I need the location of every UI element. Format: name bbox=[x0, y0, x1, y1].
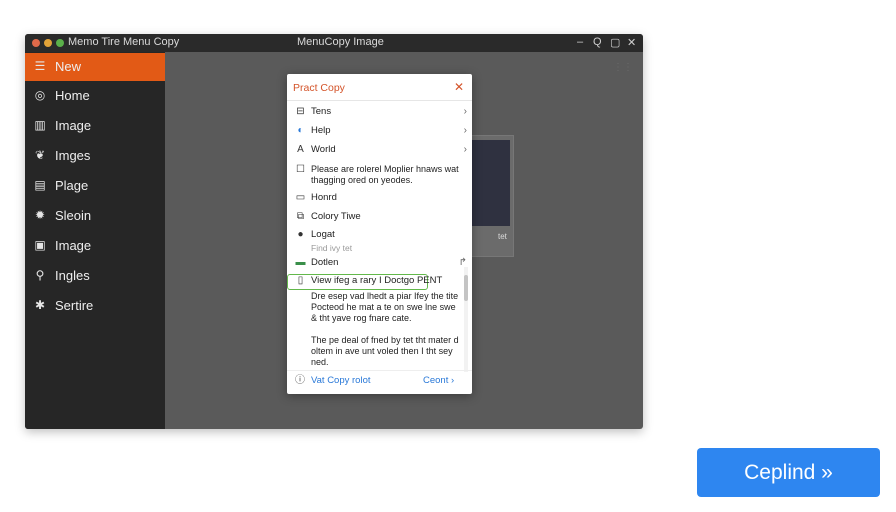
grid-icon[interactable]: ⋮⋮ bbox=[613, 62, 633, 73]
dialog-title: Pract Copy bbox=[293, 82, 345, 94]
sidebar-item-label: Home bbox=[55, 88, 90, 103]
menu-item-label: Colory Tiwe bbox=[311, 211, 361, 222]
sidebar-item-label: Image bbox=[55, 118, 92, 133]
detail-paragraph-2: The pe deal of fned by tet tht mater d o… bbox=[311, 335, 459, 367]
bird-icon: ❦ bbox=[34, 148, 46, 162]
folder-icon: ▬ bbox=[295, 257, 306, 268]
minimize-window-icon[interactable] bbox=[44, 39, 52, 47]
sidebar-item-label: New bbox=[55, 59, 82, 74]
sidebar-item-ingles[interactable]: ⚲ Ingles bbox=[25, 262, 165, 290]
sidebar-item-home[interactable]: ◎ Home bbox=[25, 82, 165, 110]
sidebar-item-label: Sertire bbox=[55, 298, 94, 313]
menu-item-sublabel: Find ivy tet bbox=[311, 243, 353, 253]
maximize-window-icon[interactable] bbox=[56, 39, 64, 47]
sidebar-item-label: Imges bbox=[55, 148, 91, 163]
table-icon: ⊟ bbox=[296, 106, 305, 117]
text-icon: A bbox=[297, 144, 304, 155]
sidebar-item-image-2[interactable]: ▣ Image bbox=[25, 232, 165, 260]
detail-paragraph-1: Dre esep vad lhedt a piar Ifey the tite … bbox=[311, 291, 459, 323]
menu-item-label: View ifeg a rary I Doctgo PENT bbox=[311, 275, 443, 286]
home-icon: ◎ bbox=[34, 88, 46, 102]
star-icon: ✱ bbox=[34, 298, 46, 312]
chevron-right-icon: › bbox=[463, 106, 467, 117]
menu-item-label: Dotlen bbox=[311, 257, 339, 268]
title-bar: Memo Tire Menu Copy MenuCopy Image – Q ▢… bbox=[25, 34, 643, 52]
sidebar-item-sleoin[interactable]: ✹ Sleoin bbox=[25, 202, 165, 230]
chevron-right-icon[interactable]: › bbox=[451, 375, 454, 387]
chevron-right-icon: › bbox=[463, 125, 467, 136]
menu-item-label: Honrd bbox=[311, 192, 337, 203]
sidebar-item-image[interactable]: ▥ Image bbox=[25, 112, 165, 140]
background-image bbox=[470, 140, 510, 226]
close-icon[interactable]: ✕ bbox=[627, 36, 636, 49]
dialog-close-icon[interactable]: ✕ bbox=[454, 80, 464, 94]
background-image-card: tet bbox=[469, 135, 514, 257]
dialog-scrollbar[interactable] bbox=[464, 267, 468, 372]
background-card-caption: tet bbox=[498, 232, 507, 241]
info-icon: ⓘ bbox=[295, 375, 305, 386]
sidebar-item-plage[interactable]: ▤ Plage bbox=[25, 172, 165, 200]
footer-right-link[interactable]: Ceont bbox=[423, 375, 448, 387]
window-document-title: MenuCopy Image bbox=[297, 36, 384, 48]
footer-divider bbox=[287, 370, 472, 371]
footer-left-link[interactable]: Vat Copy rolot bbox=[311, 375, 371, 387]
sidebar-item-sertire[interactable]: ✱ Sertire bbox=[25, 292, 165, 320]
sidebar-item-label: Image bbox=[55, 238, 92, 253]
document-icon: ▯ bbox=[297, 275, 304, 286]
dialog-divider bbox=[287, 100, 472, 101]
primary-cta-button[interactable]: Ceplind » bbox=[697, 448, 880, 497]
list-icon: ☰ bbox=[34, 59, 46, 73]
scrollbar-thumb[interactable] bbox=[464, 275, 468, 301]
image-icon: ▥ bbox=[34, 118, 46, 132]
menu-item-label: Help bbox=[311, 125, 331, 136]
help-icon: ◐ bbox=[297, 125, 304, 136]
sidebar-item-label: Ingles bbox=[55, 268, 90, 283]
chevron-right-icon: › bbox=[463, 144, 467, 155]
sidebar-item-new[interactable]: ☰ New bbox=[25, 53, 165, 81]
option-description: Please are rolerel Moplier hnaws wat tha… bbox=[311, 164, 459, 185]
sidebar: ☰ New ◎ Home ▥ Image ❦ Imges ▤ Plage ✹ S… bbox=[25, 52, 165, 429]
menu-item-label: Tens bbox=[311, 106, 332, 117]
keyboard-icon: ▭ bbox=[295, 192, 306, 203]
minimize-icon[interactable]: – bbox=[577, 36, 583, 48]
menu-item-label: World bbox=[311, 144, 336, 155]
gear-icon: ✹ bbox=[34, 208, 46, 222]
restore-icon[interactable]: ▢ bbox=[610, 36, 620, 49]
key-icon: ⚲ bbox=[35, 268, 45, 282]
close-window-icon[interactable] bbox=[32, 39, 40, 47]
checkbox-icon[interactable]: ☐ bbox=[295, 164, 306, 176]
menu-item-label: Logat bbox=[311, 229, 335, 240]
lock-icon: ● bbox=[297, 229, 304, 240]
page-icon: ▤ bbox=[34, 178, 46, 192]
window-app-title: Memo Tire Menu Copy bbox=[68, 36, 180, 48]
copy-dialog: Pract Copy ✕ ⊟ Tens › ◐ Help › A World ›… bbox=[287, 74, 472, 394]
picture-icon: ▣ bbox=[34, 238, 46, 252]
sidebar-item-label: Plage bbox=[55, 178, 89, 193]
copy-icon: ⧉ bbox=[296, 211, 305, 222]
sidebar-item-label: Sleoin bbox=[55, 208, 92, 223]
sidebar-item-imges[interactable]: ❦ Imges bbox=[25, 142, 165, 170]
search-icon[interactable]: Q bbox=[593, 36, 602, 48]
